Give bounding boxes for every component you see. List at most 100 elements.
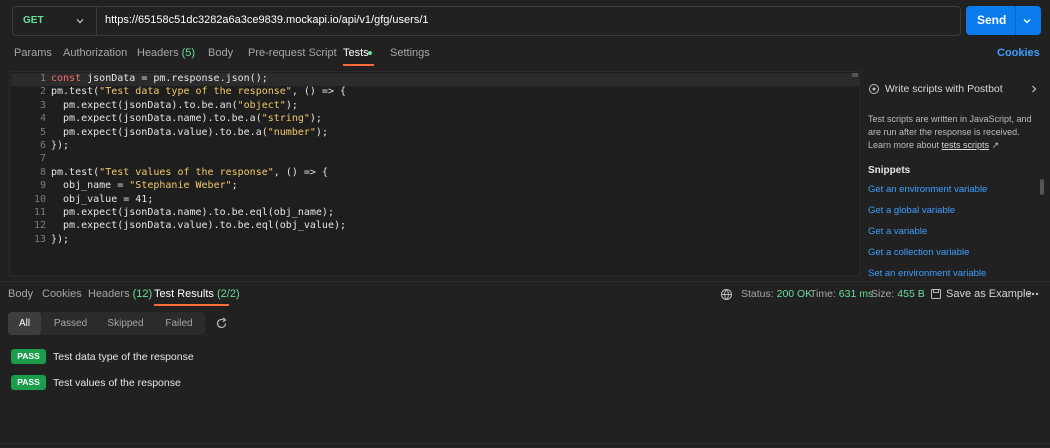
keyword-token: const [51, 73, 82, 84]
size-label: Size: [871, 288, 895, 300]
filter-failed[interactable]: Failed [158, 312, 200, 335]
line-number: 13 [33, 233, 46, 245]
string-token: "Test data type of the response" [99, 86, 292, 98]
tab-tests-underline [343, 64, 374, 66]
snippets-title: Snippets [868, 165, 911, 176]
string-token: "Stephanie Weber" [129, 180, 232, 192]
test-results-underline [154, 304, 229, 306]
chevron-right-icon[interactable] [1029, 84, 1039, 94]
snippet-item[interactable]: Get a global variable [868, 205, 955, 216]
code-line: obj_name = "Stephanie Weber"; [51, 180, 238, 191]
more-options-icon[interactable] [1027, 291, 1039, 297]
code-token: pm.test( [51, 86, 100, 98]
desc-line-2: are run after the response is received. [868, 127, 1020, 137]
tab-headers[interactable]: Headers (5) [137, 47, 195, 59]
code-token: pm.expect(jsonData.name).to.be.eql(obj_n… [51, 207, 334, 218]
code-line: pm.test("Test data type of the response"… [51, 86, 346, 97]
status-readout[interactable]: Status: 200 OK [741, 288, 812, 300]
tab-headers-count: (5) [181, 47, 196, 59]
code-line: const jsonData = pm.response.json(); [51, 73, 268, 84]
size-readout[interactable]: Size: 455 B [871, 288, 925, 300]
filter-passed[interactable]: Passed [48, 312, 93, 335]
tests-scripts-link[interactable]: tests scripts [942, 140, 990, 150]
code-line: pm.expect(jsonData.name).to.be.a("string… [51, 113, 322, 124]
time-label: Time: [810, 288, 836, 300]
line-number: 10 [33, 193, 46, 205]
line-number: 5 [39, 126, 46, 138]
response-headers-label: Headers [88, 288, 130, 300]
url-input[interactable]: https://65158c51dc3282a6a3ce9839.mockapi… [105, 14, 429, 26]
code-token: obj_value = 41; [51, 193, 154, 205]
save-icon [931, 289, 941, 299]
response-tab-cookies[interactable]: Cookies [42, 288, 82, 300]
string-token: "number" [267, 126, 316, 138]
time-readout[interactable]: Time: 631 ms [810, 288, 873, 300]
response-tab-body[interactable]: Body [8, 288, 33, 300]
filter-all[interactable]: All [8, 312, 41, 335]
code-token: }); [51, 140, 70, 151]
tab-prerequest-script[interactable]: Pre-request Script [248, 47, 337, 59]
send-button[interactable]: Send [966, 6, 1041, 35]
tab-settings[interactable]: Settings [390, 47, 430, 59]
snippets-panel: Write scripts with Postbot Test scripts … [862, 71, 1046, 276]
tab-body[interactable]: Body [208, 47, 233, 59]
response-tab-headers[interactable]: Headers (12) [88, 288, 152, 300]
line-number: 12 [33, 220, 46, 232]
desc-line-1: Test scripts are written in JavaScript, … [868, 114, 1032, 124]
external-link-icon: ↗ [991, 140, 1000, 150]
code-token: ); [315, 126, 328, 138]
desc-prefix: Learn more about [868, 140, 942, 150]
refresh-icon[interactable] [215, 317, 228, 330]
code-token: ); [309, 113, 322, 125]
code-line: pm.expect(jsonData).to.be.an("object"); [51, 100, 298, 111]
save-as-example-button[interactable]: Save as Example [946, 288, 1032, 300]
code-token: , () => { [273, 166, 328, 178]
size-value: 455 B [897, 288, 925, 300]
method-select[interactable]: GET [13, 7, 97, 35]
code-token: jsonData = pm.response.json(); [81, 73, 268, 84]
time-value: 631 ms [838, 288, 874, 300]
code-line: pm.expect(jsonData.value).to.be.eql(obj_… [51, 220, 346, 231]
code-line: }); [51, 140, 69, 151]
snippets-scrollbar[interactable] [1040, 179, 1044, 195]
snippet-item[interactable]: Set an environment variable [868, 268, 986, 276]
snippets-description: Test scripts are written in JavaScript, … [868, 113, 1036, 152]
code-token: }); [51, 233, 70, 245]
line-number: 7 [39, 153, 46, 165]
tests-active-dot [368, 51, 372, 55]
code-token: pm.expect(jsonData.value).to.be.eql(obj_… [51, 220, 347, 232]
url-bar: GET https://65158c51dc3282a6a3ce9839.moc… [12, 6, 961, 36]
line-number: 6 [39, 140, 46, 151]
code-line: pm.expect(jsonData.value).to.be.a("numbe… [51, 127, 328, 138]
code-line: obj_value = 41; [51, 194, 153, 205]
tab-authorization[interactable]: Authorization [63, 47, 127, 59]
tab-tests[interactable]: Tests [343, 47, 369, 59]
postbot-label: Write scripts with Postbot [885, 83, 1003, 95]
snippet-item[interactable]: Get a variable [868, 226, 927, 237]
editor-scrollbar[interactable] [852, 73, 858, 77]
divider [0, 281, 1050, 282]
chevron-down-icon[interactable] [1021, 15, 1033, 27]
postbot-icon [869, 84, 879, 94]
response-tab-test-results[interactable]: Test Results (2/2) [154, 288, 240, 300]
send-divider [1015, 6, 1016, 35]
tab-headers-label: Headers [137, 47, 179, 59]
line-number: 11 [33, 207, 46, 218]
code-token: pm.expect(jsonData.value).to.be.a( [51, 126, 268, 138]
globe-icon[interactable] [720, 288, 733, 301]
chevron-down-icon [76, 19, 84, 24]
snippet-item[interactable]: Get a collection variable [868, 247, 969, 258]
postbot-link[interactable]: Write scripts with Postbot [868, 83, 1003, 95]
tab-params[interactable]: Params [14, 47, 52, 59]
test-result-name: Test values of the response [53, 377, 181, 389]
send-label: Send [977, 13, 1007, 27]
line-number: 9 [39, 180, 46, 192]
code-editor[interactable]: 1 const jsonData = pm.response.json(); 2 pm… [9, 71, 860, 276]
code-token: ); [285, 99, 298, 111]
filter-skipped[interactable]: Skipped [100, 312, 151, 335]
cookies-link[interactable]: Cookies [997, 47, 1040, 59]
status-label: Status: [741, 288, 774, 300]
code-token: pm.test( [51, 166, 100, 178]
pass-badge: PASS [11, 375, 46, 390]
snippet-item[interactable]: Get an environment variable [868, 184, 987, 195]
